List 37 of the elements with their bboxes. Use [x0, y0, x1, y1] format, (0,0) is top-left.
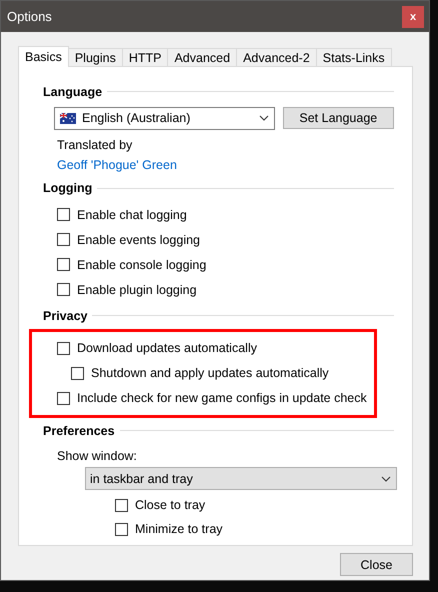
- show-window-label: Show window:: [57, 449, 138, 464]
- checkbox[interactable]: [57, 258, 70, 272]
- checkbox-option[interactable]: Enable chat logging: [57, 205, 394, 224]
- flag-icon: [60, 112, 76, 124]
- checkbox[interactable]: [57, 208, 70, 222]
- tab[interactable]: Plugins: [68, 48, 123, 67]
- translated-by-label: Translated by: [57, 138, 134, 152]
- checkbox[interactable]: [57, 233, 70, 246]
- section-heading: Preferences: [43, 424, 115, 438]
- chevron-down-icon: [258, 115, 269, 122]
- checkbox-option[interactable]: Download updates automatically: [57, 338, 374, 358]
- dialog-dismiss-button[interactable]: Close: [340, 553, 413, 576]
- window-close-button[interactable]: x: [402, 6, 424, 28]
- tab[interactable]: Stats-Links: [316, 48, 392, 67]
- checkbox-option[interactable]: Enable events logging: [57, 230, 394, 250]
- section-heading: Logging: [43, 181, 92, 196]
- checkbox[interactable]: [71, 366, 84, 380]
- language-dropdown[interactable]: English (Australian): [54, 106, 275, 130]
- checkbox-option[interactable]: Shutdown and apply updates automatically: [71, 364, 374, 383]
- checkbox-option[interactable]: Close to tray: [115, 496, 394, 515]
- set-language-button[interactable]: Set Language: [282, 107, 394, 130]
- checkbox[interactable]: [115, 498, 128, 512]
- chevron-down-icon: [381, 476, 391, 482]
- checkbox-option[interactable]: Minimize to tray: [115, 520, 394, 539]
- tab[interactable]: Basics: [18, 46, 69, 67]
- checkbox[interactable]: [57, 283, 70, 296]
- section-heading: Privacy: [43, 308, 88, 323]
- translator-link[interactable]: Geoff 'Phogue' Green: [57, 158, 177, 172]
- checkbox[interactable]: [57, 342, 70, 355]
- show-window-dropdown[interactable]: in taskbar and tray: [85, 467, 397, 490]
- window-title: Options: [7, 9, 52, 24]
- checkbox-option[interactable]: Include check for new game configs in update check: [57, 388, 374, 408]
- checkbox-option[interactable]: Enable console logging: [57, 255, 394, 274]
- checkbox[interactable]: [115, 522, 128, 536]
- checkbox[interactable]: [57, 392, 70, 405]
- section-heading: Language: [43, 84, 102, 99]
- checkbox-option[interactable]: Enable plugin logging: [57, 280, 394, 300]
